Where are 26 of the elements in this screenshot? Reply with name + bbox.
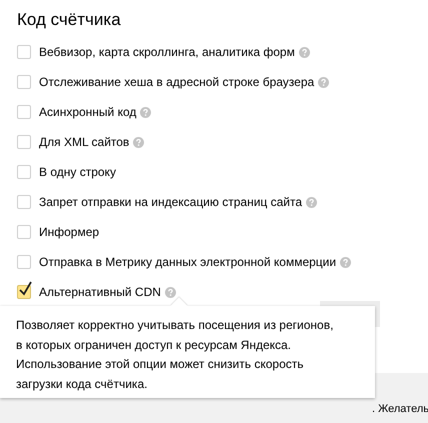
option-label[interactable]: В одну строку	[39, 165, 116, 179]
tooltip-text: Позволяет корректно учитывать посещения из регионов, в которых ограничен доступ к ресурсам Яндекса. Использование этой опции может снизить скорость загрузки кода счётчика.	[16, 317, 334, 392]
checkbox[interactable]	[17, 75, 31, 89]
option-label[interactable]: Отслеживание хеша в адресной строке браузера	[39, 75, 314, 89]
help-icon[interactable]	[298, 46, 310, 58]
option-label[interactable]: Запрет отправки на индексацию страниц сайта	[39, 195, 302, 209]
checkbox[interactable]	[17, 225, 31, 239]
help-icon[interactable]	[340, 256, 352, 268]
checkbox[interactable]	[17, 165, 31, 179]
help-icon[interactable]	[140, 106, 152, 118]
checkbox[interactable]	[17, 195, 31, 209]
checkbox[interactable]	[17, 255, 31, 269]
option-label[interactable]: Отправка в Метрику данных электронной коммерции	[39, 255, 336, 269]
option-label[interactable]: Асинхронный код	[39, 105, 136, 119]
section-title: Код счётчика	[16, 9, 122, 31]
help-icon[interactable]	[306, 196, 318, 208]
help-icon[interactable]	[164, 286, 176, 298]
checkbox[interactable]	[17, 45, 31, 59]
option-label[interactable]: Альтернативный CDN	[39, 285, 161, 299]
option-label[interactable]: Для XML сайтов	[39, 135, 130, 149]
option-label[interactable]: Вебвизор, карта скроллинга, аналитика форм	[39, 45, 295, 59]
help-icon[interactable]	[318, 76, 330, 88]
help-icon[interactable]	[133, 136, 144, 148]
option-label[interactable]: Информер	[39, 225, 100, 239]
checkbox[interactable]	[17, 105, 31, 119]
checkbox[interactable]	[17, 135, 31, 149]
